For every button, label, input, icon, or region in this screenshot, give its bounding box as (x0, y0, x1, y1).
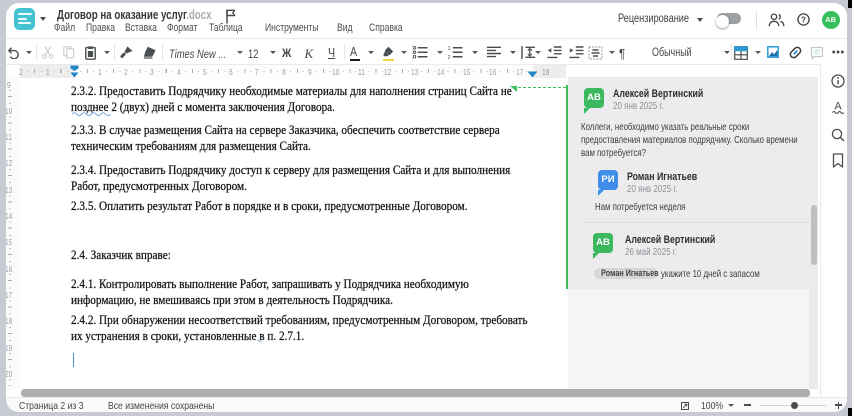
svg-text:1: 1 (448, 46, 451, 52)
svg-text:?: ? (801, 16, 806, 25)
svg-text:2: 2 (448, 55, 451, 59)
svg-text:А: А (834, 101, 842, 113)
